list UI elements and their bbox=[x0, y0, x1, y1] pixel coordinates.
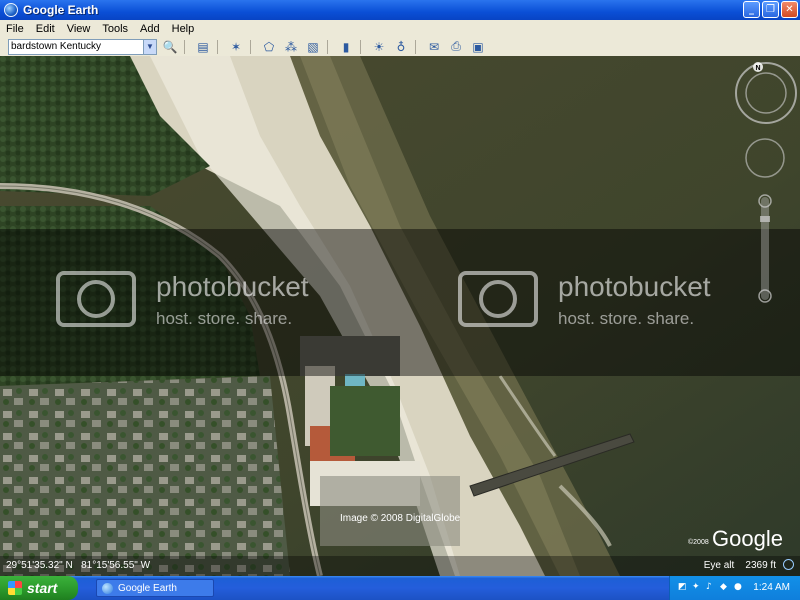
windows-logo-icon bbox=[8, 581, 22, 595]
toolbar-separator bbox=[250, 39, 251, 54]
menu-bar: File Edit View Tools Add Help bbox=[0, 20, 800, 37]
streaming-indicator-icon bbox=[783, 559, 794, 570]
sky-icon[interactable]: ♁ bbox=[392, 39, 410, 55]
eye-altitude-readout: Eye alt 2369 ft bbox=[704, 560, 776, 571]
image-overlay-icon[interactable]: ▧ bbox=[304, 39, 322, 55]
sunlight-icon[interactable]: ☀ bbox=[370, 39, 388, 55]
watermark-band bbox=[0, 229, 800, 376]
tray-update-icon[interactable]: ● bbox=[734, 582, 744, 592]
toolbar-separator bbox=[327, 39, 328, 54]
compass-north-label: N bbox=[756, 65, 761, 72]
watermark-logo-text: photobucket bbox=[156, 271, 309, 302]
start-label: start bbox=[27, 580, 58, 596]
eye-alt-label: Eye alt bbox=[703, 560, 735, 571]
chevron-down-icon[interactable]: ▼ bbox=[143, 39, 156, 54]
tray-network-icon[interactable]: ◩ bbox=[678, 582, 688, 592]
coordinates-readout: 29°51'35.32" N 81°15'56.55" W bbox=[6, 560, 150, 571]
clock: 1:24 AM bbox=[753, 582, 790, 593]
toolbar-separator bbox=[217, 39, 218, 54]
close-button[interactable]: ✕ bbox=[781, 1, 798, 18]
tray-messenger-icon[interactable]: ✦ bbox=[692, 582, 702, 592]
ruler-icon[interactable]: ▮ bbox=[337, 39, 355, 55]
google-earth-icon bbox=[102, 582, 113, 594]
tray-security-icon[interactable]: ◆ bbox=[720, 582, 730, 592]
watermark-logo-text: photobucket bbox=[558, 271, 711, 302]
polygon-icon[interactable]: ⬠ bbox=[260, 39, 278, 55]
watermark-tagline: host. store. share. bbox=[558, 309, 694, 328]
google-earth-icon bbox=[4, 3, 18, 17]
window-title: Google Earth bbox=[23, 3, 99, 17]
placemark-icon[interactable]: ✶ bbox=[227, 39, 245, 55]
search-icon[interactable]: 🔍 bbox=[161, 39, 179, 55]
start-button[interactable]: start bbox=[0, 576, 78, 600]
status-bar: 29°51'35.32" N 81°15'56.55" W Eye alt 23… bbox=[0, 556, 800, 576]
title-bar: Google Earth _ ❐ ✕ bbox=[0, 0, 800, 20]
image-credit: Image © 2008 DigitalGlobe bbox=[340, 513, 461, 524]
watermark-tagline: host. store. share. bbox=[156, 309, 292, 328]
tray-volume-icon[interactable]: ♪ bbox=[706, 582, 716, 592]
toolbar-separator bbox=[360, 39, 361, 54]
toolbar-separator bbox=[184, 39, 185, 54]
menu-help[interactable]: Help bbox=[166, 23, 201, 35]
copyright-year: ©2008 bbox=[688, 538, 709, 546]
toolbar-separator bbox=[415, 39, 416, 54]
system-tray: ◩ ✦ ♪ ◆ ● 1:24 AM bbox=[669, 576, 800, 600]
toolbar: bardstown Kentucky ▼ 🔍 ▤ ✶ ⬠ ⁂ ▧ ▮ ☀ ♁ ✉… bbox=[0, 37, 800, 57]
menu-edit[interactable]: Edit bbox=[30, 23, 61, 35]
google-logo: Google bbox=[712, 526, 783, 551]
search-value: bardstown Kentucky bbox=[11, 40, 102, 52]
town bbox=[0, 376, 290, 576]
minimize-button[interactable]: _ bbox=[743, 1, 760, 18]
longitude: 81°15'56.55" W bbox=[81, 560, 151, 571]
search-input[interactable]: bardstown Kentucky ▼ bbox=[8, 38, 157, 55]
menu-tools[interactable]: Tools bbox=[96, 23, 134, 35]
view-in-maps-icon[interactable]: ▣ bbox=[469, 39, 487, 55]
email-icon[interactable]: ✉ bbox=[425, 39, 443, 55]
map-view[interactable]: photobucket host. store. share. photobuc… bbox=[0, 56, 800, 576]
menu-view[interactable]: View bbox=[61, 23, 97, 35]
print-icon[interactable]: ⎙ bbox=[447, 39, 465, 55]
menu-file[interactable]: File bbox=[0, 23, 30, 35]
path-icon[interactable]: ⁂ bbox=[282, 39, 300, 55]
latitude: 29°51'35.32" N bbox=[6, 560, 73, 571]
sidebar-toggle-icon[interactable]: ▤ bbox=[194, 39, 212, 55]
satellite-image[interactable]: photobucket host. store. share. photobuc… bbox=[0, 56, 800, 576]
taskbar-item-label: Google Earth bbox=[118, 582, 177, 594]
taskbar: start Google Earth ◩ ✦ ♪ ◆ ● 1:24 AM bbox=[0, 576, 800, 600]
taskbar-item-google-earth[interactable]: Google Earth bbox=[96, 579, 214, 597]
menu-add[interactable]: Add bbox=[134, 23, 166, 35]
restore-button[interactable]: ❐ bbox=[762, 1, 779, 18]
eye-alt-value: 2369 ft bbox=[745, 560, 776, 571]
